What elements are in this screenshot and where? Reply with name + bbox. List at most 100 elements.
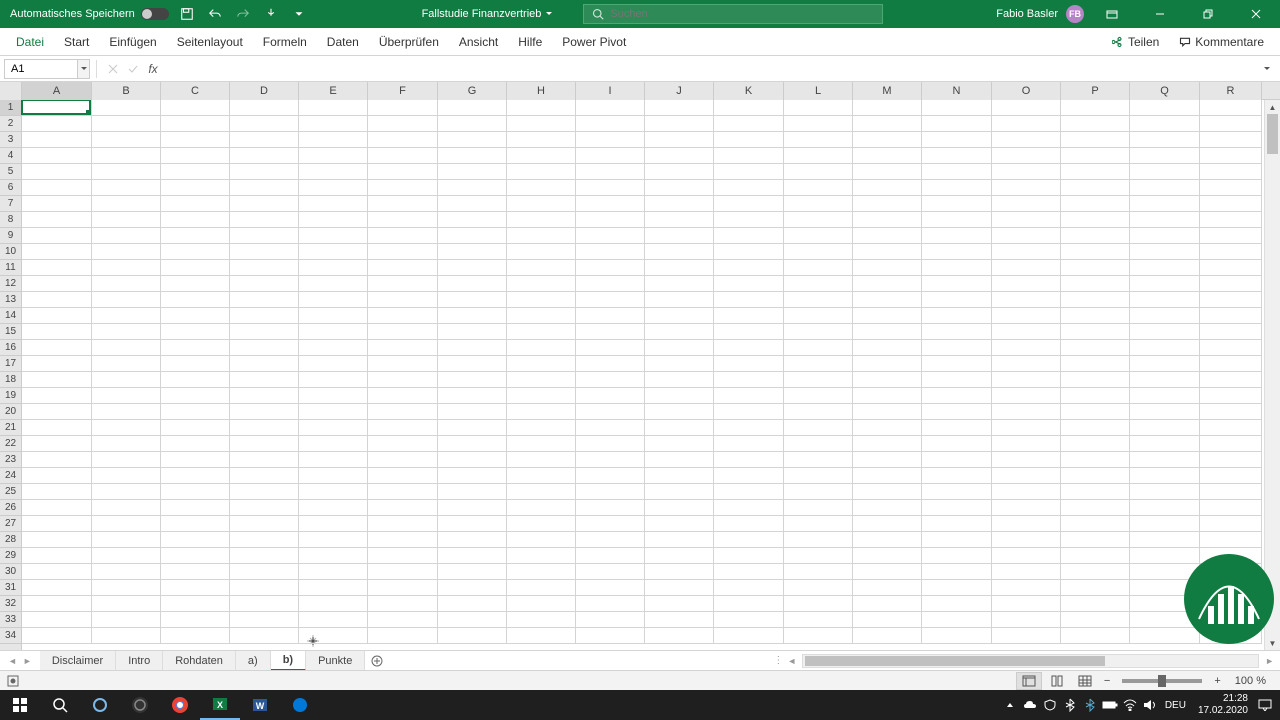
document-title[interactable]: Fallstudie Finanzvertrieb xyxy=(422,8,554,20)
row-header[interactable]: 22 xyxy=(0,436,21,452)
taskbar-app-word[interactable]: W xyxy=(240,690,280,720)
row-header[interactable]: 24 xyxy=(0,468,21,484)
row-header[interactable]: 27 xyxy=(0,516,21,532)
column-header[interactable]: N xyxy=(922,82,992,100)
column-header[interactable]: M xyxy=(853,82,922,100)
user-name[interactable]: Fabio Basler xyxy=(996,8,1058,20)
taskbar-app-edge[interactable] xyxy=(280,690,320,720)
tray-volume-icon[interactable] xyxy=(1141,696,1159,714)
name-box-dropdown[interactable] xyxy=(78,59,90,79)
page-layout-view-button[interactable] xyxy=(1044,672,1070,690)
redo-button[interactable] xyxy=(233,4,253,24)
row-header[interactable]: 8 xyxy=(0,212,21,228)
row-header[interactable]: 2 xyxy=(0,116,21,132)
row-header[interactable]: 26 xyxy=(0,500,21,516)
row-header[interactable]: 19 xyxy=(0,388,21,404)
row-header[interactable]: 12 xyxy=(0,276,21,292)
comments-button[interactable]: Kommentare xyxy=(1173,33,1270,51)
sheet-tab[interactable]: Disclaimer xyxy=(40,651,116,671)
row-header[interactable]: 10 xyxy=(0,244,21,260)
ribbon-tab-seitenlayout[interactable]: Seitenlayout xyxy=(167,28,253,56)
zoom-slider[interactable] xyxy=(1122,679,1202,683)
column-header[interactable]: H xyxy=(507,82,576,100)
search-box[interactable] xyxy=(583,4,883,24)
column-header[interactable]: A xyxy=(22,82,92,100)
zoom-in-button[interactable]: + xyxy=(1210,675,1224,687)
row-header[interactable]: 18 xyxy=(0,372,21,388)
name-box[interactable]: A1 xyxy=(4,59,78,79)
row-header[interactable]: 34 xyxy=(0,628,21,644)
ribbon-tab-einfügen[interactable]: Einfügen xyxy=(99,28,166,56)
row-header[interactable]: 32 xyxy=(0,596,21,612)
scroll-up-button[interactable]: ▲ xyxy=(1265,100,1280,114)
taskbar-app-chrome[interactable] xyxy=(160,690,200,720)
row-header[interactable]: 33 xyxy=(0,612,21,628)
ribbon-tab-überprüfen[interactable]: Überprüfen xyxy=(369,28,449,56)
column-header[interactable]: O xyxy=(992,82,1061,100)
row-header[interactable]: 3 xyxy=(0,132,21,148)
tray-bluetooth2-icon[interactable] xyxy=(1081,696,1099,714)
formula-input[interactable] xyxy=(163,59,1258,79)
sheet-tab[interactable]: Punkte xyxy=(306,651,365,671)
share-button[interactable]: Teilen xyxy=(1106,33,1165,51)
row-header[interactable]: 16 xyxy=(0,340,21,356)
ribbon-tab-formeln[interactable]: Formeln xyxy=(253,28,317,56)
column-header[interactable]: G xyxy=(438,82,507,100)
column-header[interactable]: E xyxy=(299,82,368,100)
row-header[interactable]: 31 xyxy=(0,580,21,596)
sheet-tab[interactable]: Rohdaten xyxy=(163,651,236,671)
search-input[interactable] xyxy=(610,8,874,20)
row-header[interactable]: 4 xyxy=(0,148,21,164)
tray-onedrive-icon[interactable] xyxy=(1021,696,1039,714)
row-header[interactable]: 25 xyxy=(0,484,21,500)
horizontal-scrollbar[interactable] xyxy=(802,654,1259,668)
search-button[interactable] xyxy=(40,690,80,720)
ribbon-display-button[interactable] xyxy=(1092,0,1132,28)
column-header[interactable]: C xyxy=(161,82,230,100)
ribbon-tab-hilfe[interactable]: Hilfe xyxy=(508,28,552,56)
tray-battery-icon[interactable] xyxy=(1101,696,1119,714)
save-button[interactable] xyxy=(177,4,197,24)
undo-button[interactable] xyxy=(205,4,225,24)
column-header[interactable]: I xyxy=(576,82,645,100)
ribbon-tab-daten[interactable]: Daten xyxy=(317,28,369,56)
start-button[interactable] xyxy=(0,690,40,720)
sheet-tab[interactable]: a) xyxy=(236,651,271,671)
normal-view-button[interactable] xyxy=(1016,672,1042,690)
row-header[interactable]: 5 xyxy=(0,164,21,180)
sheet-tab[interactable]: b) xyxy=(271,651,306,671)
tray-wifi-icon[interactable] xyxy=(1121,696,1139,714)
vertical-scrollbar[interactable]: ▲ ▼ xyxy=(1264,100,1280,650)
row-header[interactable]: 7 xyxy=(0,196,21,212)
row-header[interactable]: 20 xyxy=(0,404,21,420)
column-header[interactable]: J xyxy=(645,82,714,100)
sheet-tab[interactable]: Intro xyxy=(116,651,163,671)
row-header[interactable]: 6 xyxy=(0,180,21,196)
taskbar-app-obs[interactable] xyxy=(120,690,160,720)
column-header[interactable]: B xyxy=(92,82,161,100)
tray-clock[interactable]: 21:28 17.02.2020 xyxy=(1192,693,1254,717)
add-sheet-button[interactable] xyxy=(365,655,389,667)
row-header[interactable]: 1 xyxy=(0,100,21,116)
user-avatar[interactable]: FB xyxy=(1066,5,1084,23)
ribbon-tab-start[interactable]: Start xyxy=(54,28,99,56)
row-header[interactable]: 29 xyxy=(0,548,21,564)
zoom-out-button[interactable]: − xyxy=(1100,675,1114,687)
taskbar-app-cortana[interactable] xyxy=(80,690,120,720)
row-header[interactable]: 9 xyxy=(0,228,21,244)
row-header[interactable]: 28 xyxy=(0,532,21,548)
sheet-nav-next[interactable]: ► xyxy=(23,656,32,666)
close-button[interactable] xyxy=(1236,0,1276,28)
maximize-button[interactable] xyxy=(1188,0,1228,28)
sheet-nav-prev[interactable]: ◄ xyxy=(8,656,17,666)
minimize-button[interactable] xyxy=(1140,0,1180,28)
spreadsheet-grid[interactable]: ABCDEFGHIJKLMNOPQR 123456789101112131415… xyxy=(0,82,1280,650)
insert-function-button[interactable]: fx xyxy=(143,59,163,79)
scroll-down-button[interactable]: ▼ xyxy=(1265,636,1280,650)
column-header[interactable]: R xyxy=(1200,82,1262,100)
column-header[interactable]: P xyxy=(1061,82,1130,100)
tray-bluetooth-icon[interactable] xyxy=(1061,696,1079,714)
scroll-thumb[interactable] xyxy=(805,656,1105,666)
hscroll-left-button[interactable]: ◄ xyxy=(787,656,796,666)
qat-customize-button[interactable] xyxy=(289,4,309,24)
